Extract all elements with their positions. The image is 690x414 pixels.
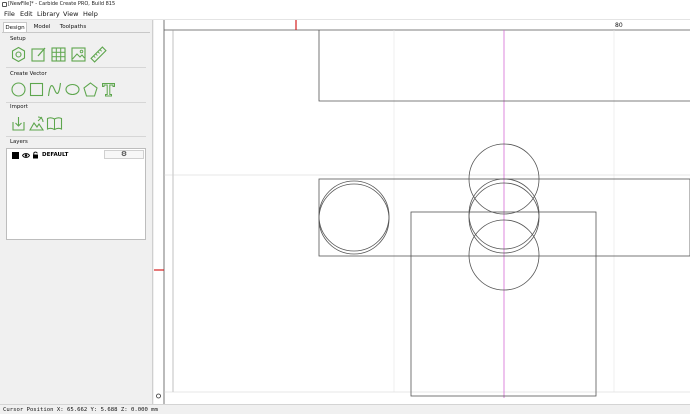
lock-icon[interactable] — [32, 151, 39, 159]
left-ruler — [154, 20, 164, 404]
ellipse-icon[interactable] — [64, 81, 81, 98]
vector-shapes[interactable] — [318, 30, 690, 397]
menu-file[interactable]: File — [4, 10, 15, 19]
status-bar: Cursor Position X: 65.662 Y: 5.688 Z: 0.… — [0, 404, 690, 414]
curve-icon[interactable] — [46, 81, 63, 98]
edit-stock-icon[interactable] — [30, 46, 47, 63]
section-layers-label: Layers — [10, 139, 28, 145]
design-canvas[interactable]: 80 — [154, 20, 690, 404]
divider — [6, 102, 146, 103]
app-icon — [2, 2, 7, 7]
divider — [6, 136, 146, 137]
vector-rectangle[interactable] — [410, 211, 597, 397]
menu-bar: File Edit Library View Help — [0, 9, 690, 20]
vector-circle[interactable] — [318, 183, 390, 255]
layer-color-swatch[interactable] — [12, 152, 19, 159]
vector-circle[interactable] — [318, 180, 390, 252]
menu-help[interactable]: Help — [83, 10, 98, 19]
menu-edit[interactable]: Edit — [20, 10, 33, 19]
text-icon[interactable] — [100, 81, 117, 98]
window-title: [NewFile]* - Carbide Create PRO, Build 8… — [8, 1, 116, 7]
circle-icon[interactable] — [10, 81, 27, 98]
tab-model[interactable]: Model — [30, 22, 54, 32]
tab-bar: Design Model Toolpaths — [0, 22, 153, 32]
grid-icon[interactable] — [50, 46, 67, 63]
import-trace-icon[interactable] — [28, 115, 45, 132]
menu-library[interactable]: Library — [37, 10, 60, 19]
job-setup-icon[interactable] — [10, 46, 27, 63]
title-bar: [NewFile]* - Carbide Create PRO, Build 8… — [0, 0, 690, 9]
layer-settings-gear-icon[interactable]: ⚙ — [104, 150, 144, 159]
import-svg-icon[interactable] — [10, 115, 27, 132]
layers-list: DEFAULT ⚙ — [6, 148, 146, 240]
rectangle-icon[interactable] — [28, 81, 45, 98]
section-import-label: Import — [10, 104, 28, 110]
cursor-position-readout: Cursor Position X: 65.662 Y: 5.688 Z: 0.… — [3, 407, 158, 413]
app-window: [NewFile]* - Carbide Create PRO, Build 8… — [0, 0, 690, 414]
design-sidebar: Design Model Toolpaths Setup Create Vect… — [0, 20, 153, 404]
ruler-label: 80 — [615, 22, 623, 29]
image-icon[interactable] — [70, 46, 87, 63]
section-create-vector-label: Create Vector — [10, 71, 47, 77]
top-ruler — [154, 20, 690, 30]
tab-toolpaths[interactable]: Toolpaths — [57, 22, 89, 32]
menu-view[interactable]: View — [63, 10, 78, 19]
section-setup-label: Setup — [10, 36, 26, 42]
import-book-icon[interactable] — [46, 115, 63, 132]
visibility-eye-icon[interactable] — [22, 152, 30, 159]
tab-design[interactable]: Design — [3, 22, 27, 32]
measure-icon[interactable] — [90, 46, 107, 63]
divider — [6, 67, 146, 68]
layer-name[interactable]: DEFAULT — [42, 151, 68, 160]
polygon-icon[interactable] — [82, 81, 99, 98]
